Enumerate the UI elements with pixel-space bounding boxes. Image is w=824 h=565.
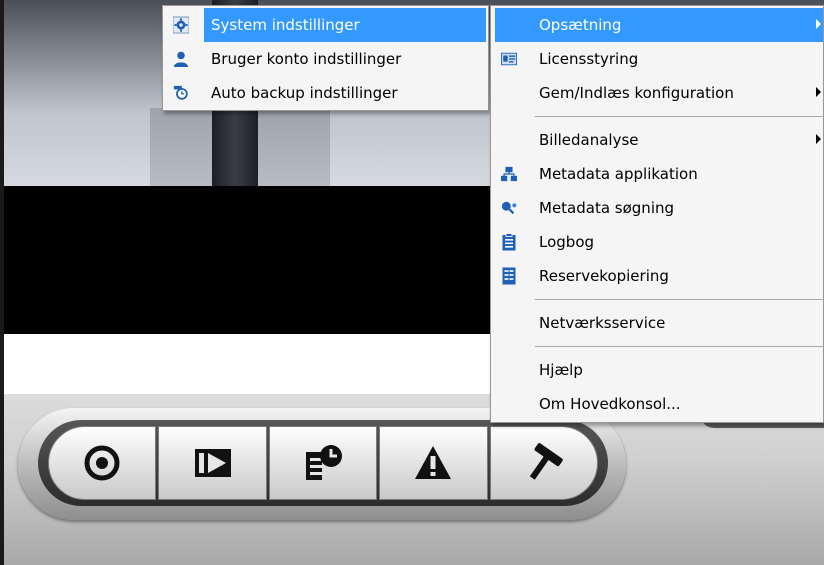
playback-button[interactable]: [158, 426, 267, 500]
menu-separator: [535, 299, 823, 300]
license-card-icon: [501, 51, 517, 67]
menu-item-label: Metadata applikation: [539, 165, 698, 183]
menu-item-label: Gem/Indlæs konfiguration: [539, 84, 734, 102]
menu-item-label: Bruger konto indstillinger: [211, 50, 402, 68]
backup-list-icon: [501, 267, 517, 285]
alert-button[interactable]: [379, 426, 488, 500]
main-toolbar: [48, 426, 599, 500]
main-context-menu: Opsætning Licensstyring Gem/Indlæs konfi…: [490, 5, 824, 423]
menu-separator: [535, 116, 823, 117]
menu-item-metadata-application[interactable]: Metadata applikation: [491, 157, 823, 191]
menu-item-license-management[interactable]: Licensstyring: [491, 42, 823, 76]
menu-item-image-analysis[interactable]: Billedanalyse: [491, 123, 823, 157]
search-people-icon: [501, 200, 517, 216]
menu-item-help[interactable]: Hjælp: [491, 353, 823, 387]
network-app-icon: [501, 166, 517, 182]
menu-item-label: Logbog: [539, 233, 595, 251]
menu-item-save-load-config[interactable]: Gem/Indlæs konfiguration: [491, 76, 823, 110]
menu-item-label: Billedanalyse: [539, 131, 639, 149]
menu-item-label: System indstillinger: [211, 16, 360, 34]
record-button[interactable]: [48, 426, 157, 500]
menu-item-system-settings[interactable]: System indstillinger: [173, 8, 486, 42]
menu-separator: [535, 346, 823, 347]
menu-item-label: Auto backup indstillinger: [211, 84, 398, 102]
submenu-arrow-icon: [816, 19, 821, 29]
menu-item-metadata-search[interactable]: Metadata søgning: [491, 191, 823, 225]
record-icon: [84, 445, 120, 481]
schedule-icon: [306, 445, 343, 480]
menu-item-label: Opsætning: [539, 16, 622, 34]
menu-item-label: Om Hovedkonsol...: [539, 395, 681, 413]
tools-button[interactable]: [489, 426, 599, 500]
menu-item-label: Hjælp: [539, 361, 583, 379]
gear-icon: [173, 16, 189, 34]
menu-item-about[interactable]: Om Hovedkonsol...: [491, 387, 823, 421]
setup-submenu: System indstillinger Bruger konto indsti…: [162, 5, 489, 111]
menu-item-auto-backup-settings[interactable]: Auto backup indstillinger: [163, 76, 488, 110]
submenu-arrow-icon: [816, 87, 821, 97]
menu-item-label: Reservekopiering: [539, 267, 669, 285]
playback-icon: [194, 449, 231, 477]
menu-item-setup[interactable]: Opsætning: [495, 8, 823, 42]
warning-icon: [415, 446, 452, 479]
menu-item-label: Licensstyring: [539, 50, 639, 68]
menu-item-backup[interactable]: Reservekopiering: [491, 259, 823, 293]
submenu-arrow-icon: [816, 134, 821, 144]
menu-item-logbook[interactable]: Logbog: [491, 225, 823, 259]
menu-item-label: Netværksservice: [539, 314, 666, 332]
hammer-icon: [529, 443, 563, 480]
user-icon: [173, 51, 189, 67]
clipboard-icon: [501, 233, 517, 251]
menu-item-user-account-settings[interactable]: Bruger konto indstillinger: [163, 42, 488, 76]
menu-item-network-service[interactable]: Netværksservice: [491, 306, 823, 340]
schedule-button[interactable]: [268, 426, 378, 500]
menu-item-label: Metadata søgning: [539, 199, 675, 217]
backup-clock-icon: [173, 85, 189, 101]
